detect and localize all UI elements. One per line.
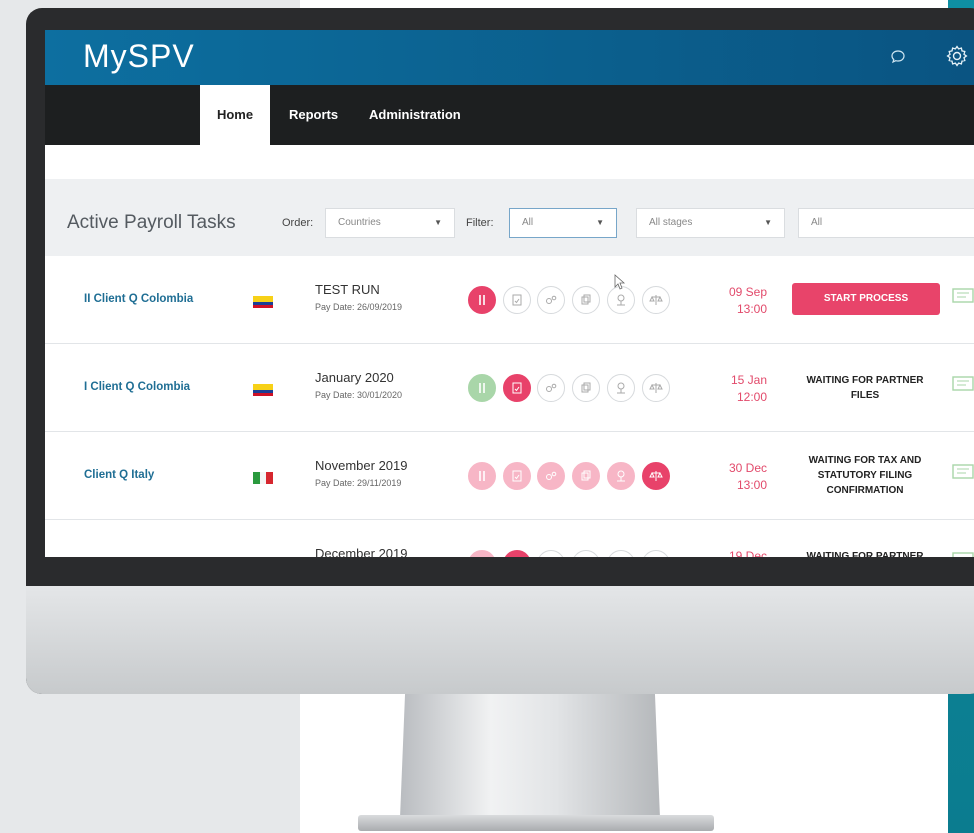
task-status-line: CONFIRMATION <box>826 485 904 496</box>
app-header: MySPV <box>45 30 974 85</box>
stage-pause-icon[interactable] <box>468 550 496 557</box>
stage-scales-icon[interactable] <box>642 374 670 402</box>
stage-copy-icon[interactable] <box>572 374 600 402</box>
task-status-line: WAITING FOR TAX AND <box>808 455 922 466</box>
stage-pause-icon[interactable] <box>468 462 496 490</box>
task-row[interactable]: I Client Q Colombia January 2020 Pay Dat… <box>45 344 974 432</box>
stage-scales-icon[interactable] <box>642 550 670 557</box>
due-date-time: 13:00 <box>736 478 767 492</box>
client-name-link[interactable]: II Client Q Colombia <box>84 293 193 305</box>
task-status: WAITING FOR PARTNER <box>790 549 940 557</box>
due-date-day: 15 Jan <box>730 373 767 387</box>
due-date: 09 Sep 13:00 <box>705 284 767 318</box>
page-title: Active Payroll Tasks <box>67 212 236 233</box>
start-process-button[interactable]: START PROCESS <box>792 283 940 315</box>
due-date-time: 12:00 <box>736 390 767 404</box>
pay-date: Pay Date: 29/11/2019 <box>315 478 402 488</box>
comment-icon[interactable] <box>952 552 974 557</box>
due-date-day: 30 Dec <box>728 461 767 475</box>
stage-select[interactable]: All stages ▼ <box>636 208 785 238</box>
app-screen: MySPV Home Reports Administration Active… <box>45 30 974 557</box>
stage-approval-icon[interactable] <box>607 550 635 557</box>
payroll-run-name: TEST RUN <box>315 282 380 297</box>
order-select[interactable]: Countries ▼ <box>325 208 455 238</box>
gear-icon[interactable] <box>945 44 969 68</box>
comment-icon[interactable] <box>952 464 974 482</box>
client-name-link[interactable]: Client Q Italy <box>84 469 154 481</box>
stage-approval-icon[interactable] <box>607 462 635 490</box>
stage-scales-icon[interactable] <box>642 462 670 490</box>
chevron-down-icon: ▼ <box>596 218 604 227</box>
chevron-down-icon: ▼ <box>764 218 772 227</box>
stage-scales-icon[interactable] <box>642 286 670 314</box>
comment-icon[interactable] <box>952 376 974 394</box>
stage-gears-icon[interactable] <box>537 550 565 557</box>
sub-header-band <box>45 145 974 179</box>
colombia-flag-icon <box>253 384 273 396</box>
pay-date: Pay Date: 26/09/2019 <box>315 302 403 312</box>
stage-copy-icon[interactable] <box>572 462 600 490</box>
app-logo[interactable]: MySPV <box>83 38 195 75</box>
due-date: 15 Jan 12:00 <box>705 372 767 406</box>
chat-icon[interactable] <box>890 49 906 65</box>
payroll-run-name: November 2019 <box>315 458 408 473</box>
stage-gears-icon[interactable] <box>537 286 565 314</box>
payroll-run-name: January 2020 <box>315 370 394 385</box>
task-status-line: FILES <box>850 390 880 401</box>
extra-filter-select-value: All <box>811 217 823 228</box>
tab-reports[interactable]: Reports <box>289 85 338 145</box>
extra-filter-select[interactable]: All <box>798 208 974 238</box>
stage-copy-icon[interactable] <box>572 286 600 314</box>
main-nav: Home Reports Administration <box>45 85 974 145</box>
comment-icon[interactable] <box>952 288 974 306</box>
chevron-down-icon: ▼ <box>434 218 442 227</box>
monitor-chin <box>26 586 974 694</box>
stage-document-check-icon[interactable] <box>503 374 531 402</box>
stage-approval-icon[interactable] <box>607 374 635 402</box>
stage-pause-icon[interactable] <box>468 374 496 402</box>
payroll-run-name: December 2019 <box>315 546 408 557</box>
stage-document-check-icon[interactable] <box>503 286 531 314</box>
due-date-day: 19 Dec <box>728 549 767 557</box>
stage-approval-icon[interactable] <box>607 286 635 314</box>
order-label: Order: <box>282 217 314 229</box>
stage-document-check-icon[interactable] <box>503 462 531 490</box>
stage-select-value: All stages <box>649 217 693 228</box>
client-name-link[interactable]: I Client Q Colombia <box>84 381 190 393</box>
due-date: 30 Dec 13:00 <box>705 460 767 494</box>
monitor-stand <box>400 690 660 818</box>
filter-select[interactable]: All ▼ <box>509 208 617 238</box>
task-status: WAITING FOR PARTNER FILES <box>790 373 940 403</box>
due-date-time: 13:00 <box>736 302 767 316</box>
monitor-stand-base <box>358 815 714 831</box>
stage-gears-icon[interactable] <box>537 374 565 402</box>
tab-administration[interactable]: Administration <box>369 85 461 145</box>
filter-select-value: All <box>522 217 534 228</box>
task-row[interactable]: December 2019 19 Dec WAITING FOR PARTNER <box>45 520 974 557</box>
due-date-day: 09 Sep <box>728 285 767 299</box>
stage-gears-icon[interactable] <box>537 462 565 490</box>
due-date: 19 Dec <box>705 548 767 557</box>
tab-home[interactable]: Home <box>200 85 270 145</box>
task-status-line: WAITING FOR PARTNER <box>806 551 924 557</box>
order-select-value: Countries <box>338 217 381 228</box>
task-row[interactable]: Client Q Italy November 2019 Pay Date: 2… <box>45 432 974 520</box>
stage-copy-icon[interactable] <box>572 550 600 557</box>
task-status: WAITING FOR TAX AND STATUTORY FILING CONFI… <box>790 453 940 498</box>
task-status-line: WAITING FOR PARTNER <box>806 375 924 386</box>
task-list: II Client Q Colombia TEST RUN Pay Date: … <box>45 256 974 557</box>
filter-label: Filter: <box>466 217 494 229</box>
task-status-line: STATUTORY FILING <box>817 470 913 481</box>
pay-date: Pay Date: 30/01/2020 <box>315 390 403 400</box>
stage-document-check-icon[interactable] <box>503 550 531 557</box>
mouse-cursor-icon <box>614 274 626 290</box>
italy-flag-icon <box>253 472 273 484</box>
colombia-flag-icon <box>253 296 273 308</box>
task-row[interactable]: II Client Q Colombia TEST RUN Pay Date: … <box>45 256 974 344</box>
stage-pause-icon[interactable] <box>468 286 496 314</box>
